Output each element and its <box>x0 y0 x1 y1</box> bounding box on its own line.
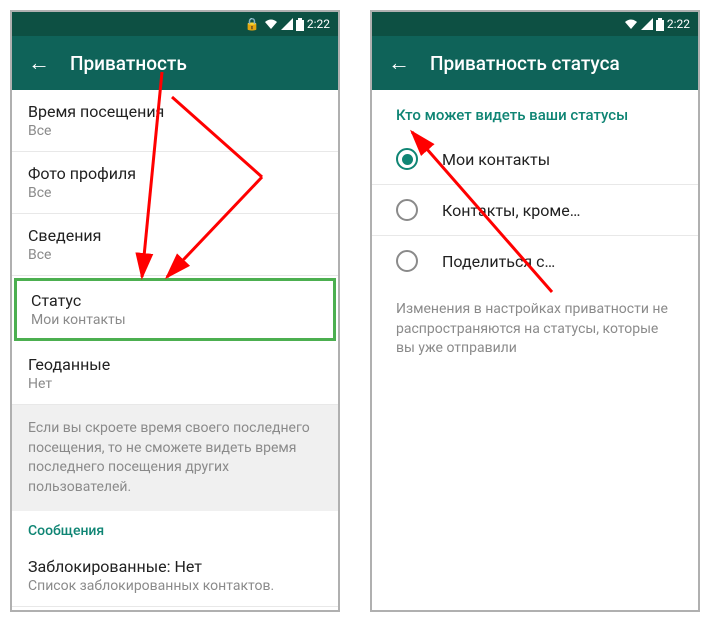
setting-read-receipts[interactable]: Отчеты о прочтении ✓ <box>12 607 338 612</box>
status-bar: 🔒 2:22 <box>12 12 338 36</box>
radio-icon <box>396 199 418 221</box>
wifi-icon <box>624 18 638 30</box>
setting-about[interactable]: Сведения Все <box>12 214 338 276</box>
back-arrow-icon[interactable]: ← <box>28 50 50 76</box>
item-title: Заблокированные: Нет <box>28 557 322 576</box>
status-bar: 2:22 <box>372 12 698 36</box>
status-time: 2:22 <box>667 17 690 31</box>
item-sub: Мои контакты <box>31 312 319 328</box>
status-icons: 2:22 <box>624 17 690 31</box>
header: ← Приватность статуса <box>372 36 698 90</box>
wifi-icon <box>264 18 278 30</box>
radio-label: Контакты, кроме… <box>442 201 580 220</box>
radio-icon <box>396 148 418 170</box>
header: ← Приватность <box>12 36 338 90</box>
privacy-note: Изменения в настройках приватности не ра… <box>372 286 698 373</box>
radio-label: Поделиться с… <box>442 252 555 271</box>
status-icons: 2:22 <box>264 17 330 31</box>
setting-status[interactable]: Статус Мои контакты <box>14 278 336 341</box>
item-title: Статус <box>31 291 319 310</box>
status-time: 2:22 <box>307 17 330 31</box>
item-sub: Все <box>28 247 322 263</box>
setting-last-seen[interactable]: Время посещения Все <box>12 90 338 152</box>
item-sub: Список заблокированных контактов. <box>28 578 322 594</box>
item-sub: Нет <box>28 376 322 392</box>
item-sub: Все <box>28 185 322 201</box>
option-share-with[interactable]: Поделиться с… <box>372 236 698 286</box>
section-who-can-see: Кто может видеть ваши статусы <box>372 90 698 134</box>
option-contacts-except[interactable]: Контакты, кроме… <box>372 185 698 236</box>
battery-icon <box>656 18 664 31</box>
item-title: Сведения <box>28 226 322 245</box>
radio-icon <box>396 250 418 272</box>
content: Время посещения Все Фото профиля Все Све… <box>12 90 338 612</box>
item-title: Фото профиля <box>28 164 322 183</box>
setting-blocked[interactable]: Заблокированные: Нет Список заблокирован… <box>12 545 338 607</box>
item-title: Время посещения <box>28 102 322 121</box>
option-my-contacts[interactable]: Мои контакты <box>372 134 698 185</box>
signal-icon <box>281 18 293 30</box>
phone-left: 🔒 2:22 ← Приватность Время посещения Все… <box>10 10 340 612</box>
item-sub: Все <box>28 123 322 139</box>
back-arrow-icon[interactable]: ← <box>388 50 410 76</box>
radio-label: Мои контакты <box>442 150 550 169</box>
phone-right: 2:22 ← Приватность статуса Кто может вид… <box>370 10 700 612</box>
content: Кто может видеть ваши статусы Мои контак… <box>372 90 698 373</box>
signal-icon <box>641 18 653 30</box>
page-title: Приватность статуса <box>430 52 620 75</box>
page-title: Приватность <box>70 52 187 75</box>
privacy-note: Если вы скроете время своего последнего … <box>12 405 338 511</box>
lock-icon: 🔒 <box>245 17 260 31</box>
section-messages: Сообщения <box>12 511 338 545</box>
setting-location[interactable]: Геоданные Нет <box>12 343 338 405</box>
setting-profile-photo[interactable]: Фото профиля Все <box>12 152 338 214</box>
battery-icon <box>296 18 304 31</box>
item-title: Геоданные <box>28 355 322 374</box>
